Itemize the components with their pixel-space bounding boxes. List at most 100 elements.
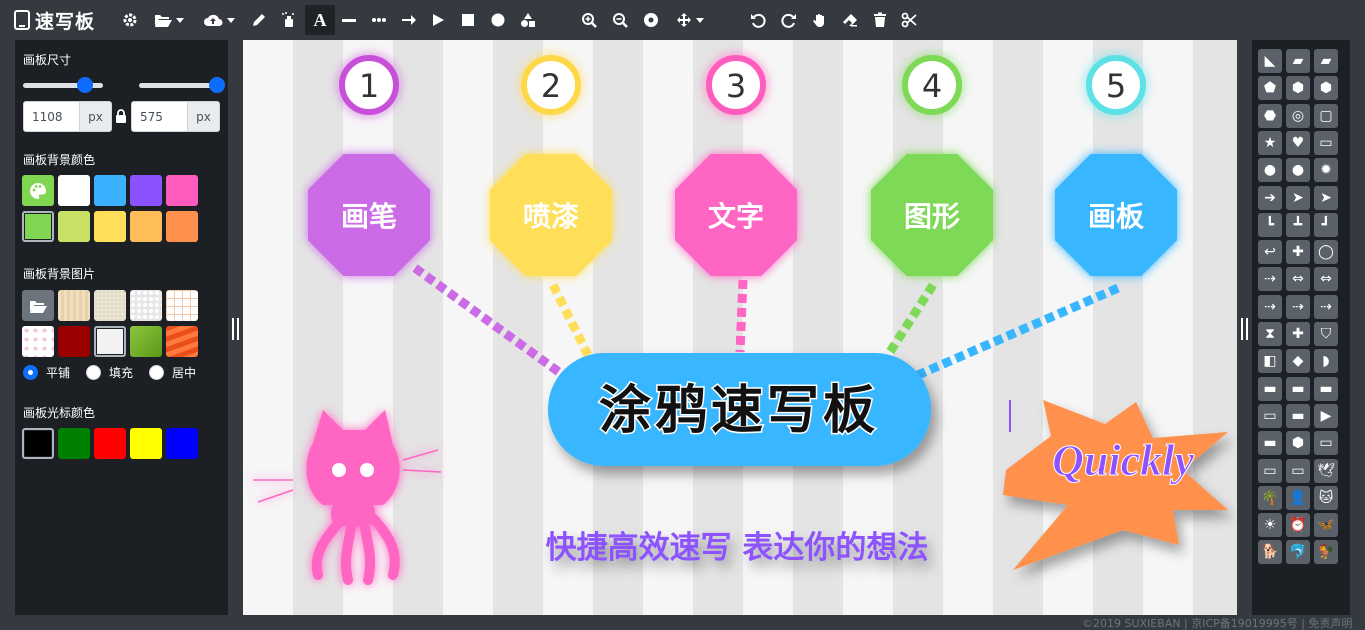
- cursor-color-swatch[interactable]: [22, 428, 54, 459]
- bg-image-marble[interactable]: [130, 290, 162, 321]
- shape-button[interactable]: ➤: [1286, 185, 1310, 210]
- bg-image-orange[interactable]: [166, 326, 198, 357]
- shape-button[interactable]: ▰: [1314, 49, 1338, 73]
- shape-button[interactable]: ⇔: [1314, 267, 1338, 292]
- zoom-reset-button[interactable]: [641, 5, 661, 35]
- bg-image-green[interactable]: [130, 326, 162, 357]
- shape-button[interactable]: ⇢: [1258, 267, 1282, 292]
- height-input[interactable]: [131, 101, 188, 132]
- shape-button[interactable]: ▭: [1258, 458, 1282, 483]
- shape-button[interactable]: 🌴: [1258, 485, 1282, 510]
- shape-button[interactable]: 👤: [1286, 485, 1310, 510]
- shape-button[interactable]: ┛: [1314, 212, 1338, 237]
- width-slider-thumb[interactable]: [76, 77, 93, 93]
- bg-color-swatch[interactable]: [130, 211, 162, 242]
- shape-button[interactable]: ▬: [1314, 376, 1338, 401]
- trash-button[interactable]: [870, 5, 890, 35]
- spray-button[interactable]: [279, 5, 299, 35]
- bg-image-grid[interactable]: [166, 290, 198, 321]
- shape-button[interactable]: 🦋: [1314, 513, 1338, 538]
- triangle-button[interactable]: [428, 5, 448, 35]
- shape-button[interactable]: 🐓: [1314, 540, 1338, 565]
- shape-button[interactable]: ▭: [1258, 403, 1282, 428]
- shape-button[interactable]: ◎: [1286, 103, 1310, 128]
- pencil-button[interactable]: [249, 5, 269, 35]
- bg-color-swatch[interactable]: [94, 175, 126, 206]
- width-slider[interactable]: [23, 76, 103, 96]
- lock-icon[interactable]: [115, 109, 127, 123]
- right-panel-toggle[interactable]: [1237, 287, 1252, 371]
- shape-button[interactable]: ♥: [1286, 130, 1310, 155]
- shape-button[interactable]: ➔: [1258, 185, 1282, 210]
- shape-button[interactable]: ✚: [1286, 240, 1310, 265]
- shape-button[interactable]: ◣: [1258, 49, 1282, 73]
- shape-button[interactable]: ▢: [1314, 103, 1338, 128]
- shape-button[interactable]: ⧗: [1258, 322, 1282, 346]
- bg-color-swatch[interactable]: [130, 175, 162, 206]
- cloud-button[interactable]: [200, 5, 238, 35]
- cursor-color-swatch[interactable]: [58, 428, 90, 459]
- arrow-button[interactable]: [399, 5, 419, 35]
- bg-image-upload-button[interactable]: [22, 290, 54, 321]
- shape-button[interactable]: ▬: [1258, 376, 1282, 401]
- shape-button[interactable]: ↩: [1258, 240, 1282, 265]
- shape-button[interactable]: ▬: [1286, 403, 1310, 428]
- shape-button[interactable]: ●: [1286, 158, 1310, 183]
- shape-button[interactable]: ⇢: [1258, 294, 1282, 319]
- zoom-out-button[interactable]: [610, 5, 630, 35]
- shape-button[interactable]: ◗: [1314, 349, 1338, 374]
- shape-button[interactable]: ⬟: [1258, 76, 1282, 101]
- move-button[interactable]: [672, 5, 708, 35]
- shape-button[interactable]: ✚: [1286, 322, 1310, 346]
- shape-button[interactable]: ⏰: [1286, 513, 1310, 538]
- drawing-canvas[interactable]: 1 画笔 2 喷漆 3 文字 4 图形 5 画板 涂鸦速写板 快捷高效速写 表达你的想法 Quic…: [243, 40, 1237, 615]
- bg-color-swatch[interactable]: [94, 211, 126, 242]
- square-button[interactable]: [458, 5, 478, 35]
- shape-button[interactable]: ┻: [1286, 212, 1310, 237]
- text-tool-button[interactable]: A: [305, 5, 335, 35]
- cursor-color-swatch[interactable]: [166, 428, 198, 459]
- scissors-button[interactable]: [899, 5, 919, 35]
- circle-button[interactable]: [488, 5, 508, 35]
- shape-button[interactable]: ▭: [1314, 130, 1338, 155]
- shape-button[interactable]: ◯: [1314, 240, 1338, 265]
- line-button[interactable]: [339, 5, 359, 35]
- open-file-button[interactable]: [150, 5, 188, 35]
- shape-button[interactable]: ⬣: [1258, 103, 1282, 128]
- shape-button[interactable]: ☀: [1258, 513, 1282, 538]
- shape-button[interactable]: 🐱: [1314, 485, 1338, 510]
- settings-button[interactable]: [120, 5, 140, 35]
- shape-button[interactable]: ⬢: [1286, 431, 1310, 456]
- shape-button[interactable]: ◧: [1258, 349, 1282, 374]
- bg-image-paper[interactable]: [94, 290, 126, 321]
- shape-button[interactable]: 🐕: [1258, 540, 1282, 565]
- shape-button[interactable]: ★: [1258, 130, 1282, 155]
- shape-button[interactable]: ▶: [1314, 403, 1338, 428]
- shape-button[interactable]: ⬢: [1314, 76, 1338, 101]
- eraser-button[interactable]: [840, 5, 860, 35]
- shape-button[interactable]: 🕊: [1314, 458, 1338, 483]
- bg-image-stripes[interactable]: [94, 326, 126, 357]
- shape-button[interactable]: ▭: [1286, 458, 1310, 483]
- shape-button[interactable]: ▬: [1286, 376, 1310, 401]
- fill-mode-tile-radio[interactable]: [23, 365, 38, 380]
- bg-color-swatch[interactable]: [166, 175, 198, 206]
- bg-image-red[interactable]: [58, 326, 90, 357]
- bg-color-swatch[interactable]: [58, 175, 90, 206]
- bg-image-wood[interactable]: [58, 290, 90, 321]
- shape-button[interactable]: ▰: [1286, 49, 1310, 73]
- shape-button[interactable]: ⛉: [1314, 322, 1338, 346]
- shapes-button[interactable]: [518, 5, 538, 35]
- width-input[interactable]: [23, 101, 80, 132]
- shape-button[interactable]: ▭: [1314, 431, 1338, 456]
- height-slider[interactable]: [139, 76, 225, 96]
- fill-mode-fill-radio[interactable]: [86, 365, 102, 380]
- shape-button[interactable]: ⇢: [1314, 294, 1338, 319]
- cursor-color-swatch[interactable]: [94, 428, 126, 459]
- cursor-color-swatch[interactable]: [130, 428, 162, 459]
- undo-button[interactable]: [748, 5, 768, 35]
- bg-color-swatch[interactable]: [22, 211, 54, 242]
- custom-color-button[interactable]: [22, 175, 54, 206]
- bg-color-swatch[interactable]: [166, 211, 198, 242]
- dotted-line-button[interactable]: [369, 5, 389, 35]
